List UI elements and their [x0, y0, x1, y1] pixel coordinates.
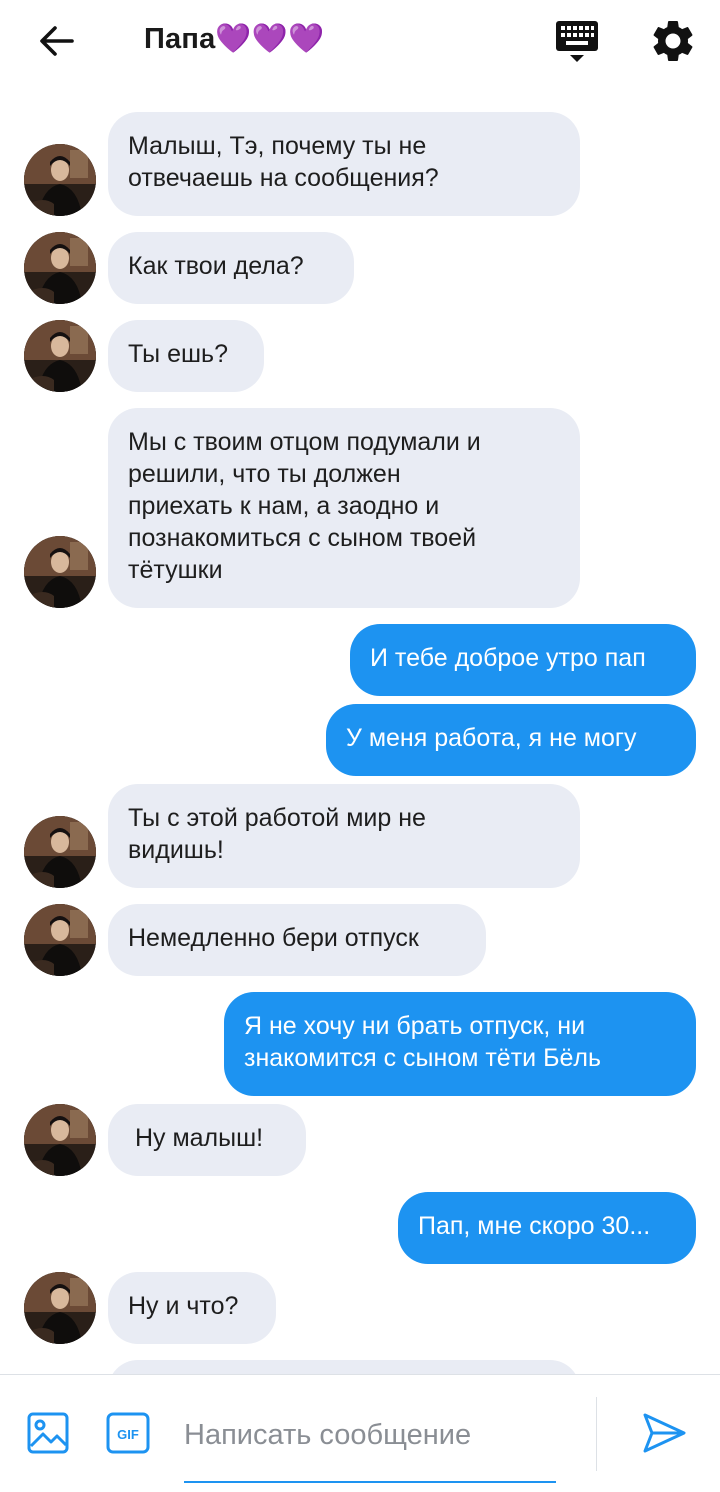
message-bubble — [108, 1360, 580, 1374]
avatar[interactable] — [24, 144, 96, 216]
avatar-portrait-icon — [24, 904, 96, 976]
gif-label: GIF — [117, 1427, 139, 1442]
message-bubble: Ну и что? — [108, 1272, 276, 1344]
message-incoming — [0, 1360, 720, 1374]
message-incoming: Как твои дела? — [0, 232, 720, 304]
message-incoming: Мы с твоим отцом подумали и решили, что … — [0, 408, 720, 608]
attach-image-button[interactable] — [26, 1411, 70, 1455]
message-outgoing: И тебе доброе утро пап — [0, 624, 720, 696]
message-bubble: Как твои дела? — [108, 232, 354, 304]
avatar[interactable] — [24, 816, 96, 888]
avatar-portrait-icon — [24, 1104, 96, 1176]
message-composer: GIF — [0, 1374, 720, 1492]
keyboard-toggle-button[interactable] — [552, 16, 602, 66]
message-incoming: Малыш, Тэ, почему ты не отвечаешь на соо… — [0, 112, 720, 216]
avatar-portrait-icon — [24, 816, 96, 888]
message-incoming: Ты ешь? — [0, 320, 720, 392]
keyboard-hide-icon — [556, 21, 598, 62]
chat-header: Папа💜💜💜 — [0, 0, 720, 84]
message-incoming: Немедленно бери отпуск — [0, 904, 720, 976]
send-icon — [643, 1413, 686, 1453]
avatar-portrait-icon — [24, 320, 96, 392]
message-incoming: Ну малыш! — [0, 1104, 720, 1176]
avatar-portrait-icon — [24, 536, 96, 608]
send-button[interactable] — [640, 1409, 688, 1457]
message-bubble: Немедленно бери отпуск — [108, 904, 486, 976]
message-bubble: Я не хочу ни брать отпуск, ни знакомится… — [224, 992, 696, 1096]
message-bubble: Мы с твоим отцом подумали и решили, что … — [108, 408, 580, 608]
message-bubble: У меня работа, я не могу — [326, 704, 696, 776]
chat-screen: Папа💜💜💜 Малыш, Тэ, почему ты не отвечаеш… — [0, 0, 720, 1492]
message-bubble: Пап, мне скоро 30... — [398, 1192, 696, 1264]
message-bubble: Ты ешь? — [108, 320, 264, 392]
avatar-portrait-icon — [24, 232, 96, 304]
message-input[interactable] — [184, 1405, 556, 1465]
gear-icon — [653, 20, 693, 61]
gif-button[interactable]: GIF — [106, 1411, 150, 1455]
avatar[interactable] — [24, 232, 96, 304]
settings-button[interactable] — [648, 16, 698, 66]
avatar-portrait-icon — [24, 144, 96, 216]
back-button[interactable] — [30, 18, 82, 64]
avatar[interactable] — [24, 1272, 96, 1344]
avatar-portrait-icon — [24, 1272, 96, 1344]
message-bubble: Ты с этой работой мир не видишь! — [108, 784, 580, 888]
message-incoming: Ты с этой работой мир не видишь! — [0, 784, 720, 888]
avatar[interactable] — [24, 1104, 96, 1176]
gif-icon: GIF — [106, 1412, 150, 1454]
message-incoming: Ну и что? — [0, 1272, 720, 1344]
chat-title: Папа💜💜💜 — [144, 23, 325, 55]
message-bubble: Ну малыш! — [108, 1104, 306, 1176]
message-outgoing: Пап, мне скоро 30... — [0, 1192, 720, 1264]
avatar[interactable] — [24, 536, 96, 608]
message-outgoing: Я не хочу ни брать отпуск, ни знакомится… — [0, 992, 720, 1096]
composer-divider — [596, 1397, 597, 1471]
avatar[interactable] — [24, 320, 96, 392]
message-list[interactable]: Малыш, Тэ, почему ты не отвечаешь на соо… — [0, 84, 720, 1374]
message-bubble: И тебе доброе утро пап — [350, 624, 696, 696]
message-bubble: Малыш, Тэ, почему ты не отвечаешь на соо… — [108, 112, 580, 216]
arrow-left-icon — [40, 26, 74, 56]
message-input-wrapper — [184, 1405, 556, 1483]
message-outgoing: У меня работа, я не могу — [0, 704, 720, 776]
image-icon — [27, 1412, 69, 1454]
avatar[interactable] — [24, 904, 96, 976]
